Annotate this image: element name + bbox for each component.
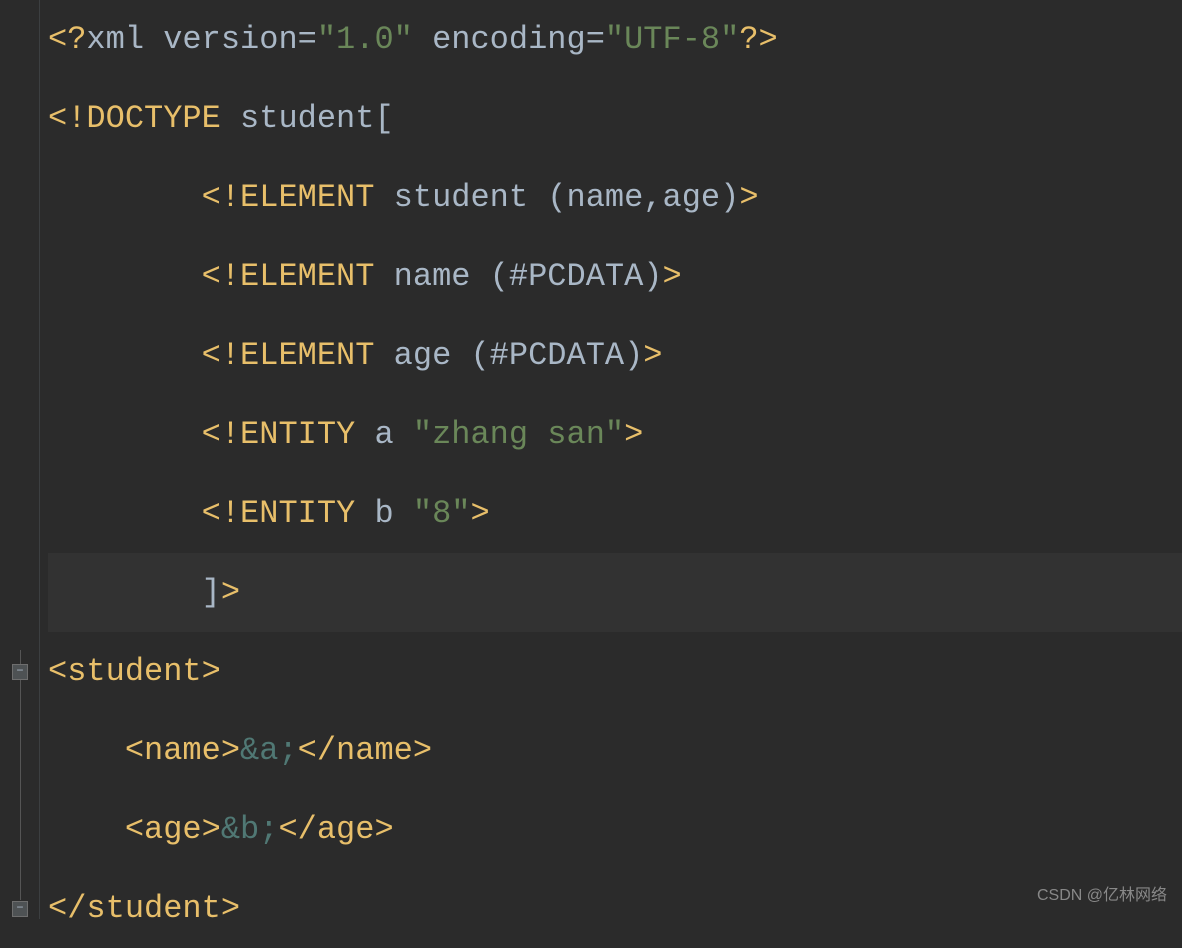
code-token: "8" xyxy=(413,495,471,532)
code-line[interactable]: <!ENTITY b "8"> xyxy=(48,474,1182,553)
code-token: ?> xyxy=(739,21,777,58)
fold-guide-line xyxy=(20,650,21,900)
code-token xyxy=(48,811,125,848)
code-token: &b; xyxy=(221,811,279,848)
code-token: "UTF-8" xyxy=(605,21,739,58)
code-token: &a; xyxy=(240,732,298,769)
code-token: ] xyxy=(48,574,221,611)
code-token: ( xyxy=(470,337,489,374)
code-token: > xyxy=(663,258,682,295)
code-line[interactable]: <?xml version="1.0" encoding="UTF-8"?> xyxy=(48,0,1182,79)
code-line[interactable]: <name>&a;</name> xyxy=(48,711,1182,790)
code-token: encoding xyxy=(413,21,586,58)
code-token: age xyxy=(394,337,471,374)
watermark: CSDN @亿林网络 xyxy=(1037,883,1167,909)
fold-toggle-icon[interactable]: − xyxy=(12,901,28,917)
code-token: </student> xyxy=(48,890,240,927)
code-token: </age> xyxy=(278,811,393,848)
code-token xyxy=(48,732,125,769)
code-token: = xyxy=(298,21,317,58)
code-token: ) xyxy=(720,179,739,216)
code-line[interactable]: <!ELEMENT student (name,age)> xyxy=(48,158,1182,237)
code-token: <!ENTITY xyxy=(48,495,374,532)
code-token: #PCDATA xyxy=(490,337,624,374)
code-line[interactable]: <!ELEMENT name (#PCDATA)> xyxy=(48,237,1182,316)
code-token: <!DOCTYPE xyxy=(48,100,240,137)
code-token: [ xyxy=(374,100,393,137)
code-token: <age> xyxy=(125,811,221,848)
code-token: = xyxy=(586,21,605,58)
code-token: student xyxy=(394,179,548,216)
code-token: <? xyxy=(48,21,86,58)
code-token: "1.0" xyxy=(317,21,413,58)
fold-toggle-icon[interactable]: − xyxy=(12,664,28,680)
code-token: <!ENTITY xyxy=(48,416,374,453)
code-token: ) xyxy=(624,337,643,374)
code-token: ( xyxy=(490,258,509,295)
code-editor[interactable]: −− <?xml version="1.0" encoding="UTF-8"?… xyxy=(0,0,1182,919)
code-token: a xyxy=(374,416,412,453)
code-line[interactable]: ]> xyxy=(48,553,1182,632)
code-token: name xyxy=(394,258,490,295)
code-line[interactable]: <!ENTITY a "zhang san"> xyxy=(48,395,1182,474)
code-area[interactable]: <?xml version="1.0" encoding="UTF-8"?><!… xyxy=(40,0,1182,919)
code-token: "zhang san" xyxy=(413,416,624,453)
code-token: <!ELEMENT xyxy=(48,337,394,374)
code-token: > xyxy=(739,179,758,216)
code-line[interactable]: <age>&b;</age> xyxy=(48,790,1182,869)
code-line[interactable]: <!DOCTYPE student[ xyxy=(48,79,1182,158)
code-line[interactable]: <student> xyxy=(48,632,1182,711)
code-token: b xyxy=(374,495,412,532)
code-token: > xyxy=(643,337,662,374)
code-token: <!ELEMENT xyxy=(48,258,394,295)
code-token: ) xyxy=(643,258,662,295)
code-token: <!ELEMENT xyxy=(48,179,394,216)
code-token: name,age xyxy=(566,179,720,216)
code-line[interactable]: <!ELEMENT age (#PCDATA)> xyxy=(48,316,1182,395)
code-token: xml version xyxy=(86,21,297,58)
code-token: <student> xyxy=(48,653,221,690)
editor-gutter: −− xyxy=(0,0,40,919)
code-token: > xyxy=(470,495,489,532)
code-token: #PCDATA xyxy=(509,258,643,295)
code-token: > xyxy=(221,574,240,611)
code-token: > xyxy=(624,416,643,453)
code-line[interactable]: </student> xyxy=(48,869,1182,948)
code-token: <name> xyxy=(125,732,240,769)
code-token: student xyxy=(240,100,374,137)
code-token: ( xyxy=(547,179,566,216)
code-token: </name> xyxy=(298,732,432,769)
